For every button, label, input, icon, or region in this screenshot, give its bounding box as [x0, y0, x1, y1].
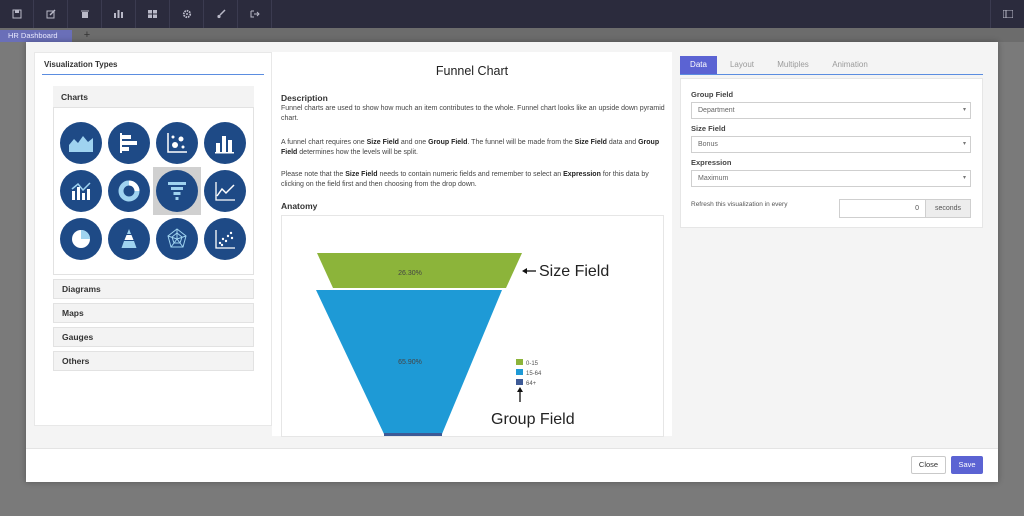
refresh-seconds-input[interactable]: 0	[839, 199, 926, 218]
description-paragraph-2: A funnel chart requires one Size Field a…	[281, 139, 660, 156]
size-field-label: Size Field	[691, 124, 726, 133]
title-underline	[42, 74, 264, 75]
expression-select[interactable]: Maximum ▾	[691, 170, 971, 187]
gear-icon[interactable]	[170, 0, 204, 28]
anatomy-heading: Anatomy	[281, 201, 318, 211]
close-button[interactable]: Close	[911, 456, 946, 474]
size-field-select[interactable]: Bonus ▾	[691, 136, 971, 153]
brush-icon[interactable]	[204, 0, 238, 28]
bar-chart-icon[interactable]	[102, 0, 136, 28]
legend-swatch-15-64	[516, 369, 523, 375]
refresh-label: Refresh this visualization in every	[691, 201, 788, 208]
group-field-select[interactable]: Department ▾	[691, 102, 971, 119]
scatter-chart-icon[interactable]	[201, 215, 249, 263]
expression-label: Expression	[691, 158, 732, 167]
others-section[interactable]: Others	[53, 351, 254, 371]
save-button[interactable]: Save	[951, 456, 983, 474]
horizontal-bar-chart-icon[interactable]	[105, 119, 153, 167]
dashboard-tab-bar	[0, 28, 1024, 42]
legend-swatch-0-15	[516, 359, 523, 365]
chevron-down-icon: ▾	[962, 141, 966, 147]
legend-label-0-15: 0-15	[526, 361, 539, 367]
tab-hr-dashboard[interactable]: HR Dashboard	[0, 30, 72, 42]
expression-value: Maximum	[698, 175, 729, 182]
tab-animation[interactable]: Animation	[822, 56, 878, 74]
donut-chart-icon[interactable]	[105, 167, 153, 215]
modal-footer	[26, 448, 998, 482]
funnel-chart-icon[interactable]	[153, 167, 201, 215]
grid-icon[interactable]	[136, 0, 170, 28]
funnel-bottom-level	[384, 433, 442, 436]
column-chart-icon[interactable]	[201, 119, 249, 167]
chart-title: Funnel Chart	[435, 64, 509, 78]
tab-multiples[interactable]: Multiples	[768, 56, 818, 74]
gauges-section[interactable]: Gauges	[53, 327, 254, 347]
pyramid-chart-icon[interactable]	[105, 215, 153, 263]
size-field-value: Bonus	[698, 141, 718, 148]
add-tab-button[interactable]: +	[80, 29, 94, 42]
group-field-label: Group Field	[491, 411, 575, 428]
charts-section-header[interactable]: Charts	[53, 86, 254, 108]
legend-label-15-64: 15-64	[526, 371, 542, 377]
edit-icon[interactable]	[34, 0, 68, 28]
export-icon[interactable]	[238, 0, 272, 28]
group-field-label: Group Field	[691, 90, 734, 99]
combo-chart-icon[interactable]	[57, 167, 105, 215]
description-heading: Description	[281, 93, 328, 103]
chevron-down-icon: ▾	[962, 175, 966, 181]
maps-section[interactable]: Maps	[53, 303, 254, 323]
legend-label-64-plus: 64+	[526, 381, 537, 387]
chevron-down-icon: ▾	[962, 107, 966, 113]
menu-icon[interactable]	[990, 0, 1024, 28]
seconds-addon: seconds	[926, 199, 971, 218]
area-chart-icon[interactable]	[57, 119, 105, 167]
radar-chart-icon[interactable]	[153, 215, 201, 263]
description-paragraph-3: Please note that the Size Field needs to…	[281, 171, 649, 188]
tab-underline	[680, 74, 983, 75]
tab-layout[interactable]: Layout	[720, 56, 764, 74]
group-field-value: Department	[698, 107, 735, 114]
trash-icon[interactable]	[68, 0, 102, 28]
size-field-label: Size Field	[539, 263, 609, 280]
pie-chart-icon[interactable]	[57, 215, 105, 263]
diagrams-section[interactable]: Diagrams	[53, 279, 254, 299]
visualization-types-title: Visualization Types	[44, 60, 118, 69]
line-chart-icon[interactable]	[201, 167, 249, 215]
description-paragraph-1: Funnel charts are used to show how much …	[281, 105, 665, 122]
bubble-chart-icon[interactable]	[153, 119, 201, 167]
anatomy-image: 26.30% 65.90% Size Field 0-15 15-64 64+ …	[281, 215, 664, 437]
funnel-middle-label: 65.90%	[398, 359, 422, 366]
legend-swatch-64-plus	[516, 379, 523, 385]
save-icon[interactable]	[0, 0, 34, 28]
funnel-top-label: 26.30%	[398, 270, 422, 277]
tab-data[interactable]: Data	[680, 56, 717, 74]
